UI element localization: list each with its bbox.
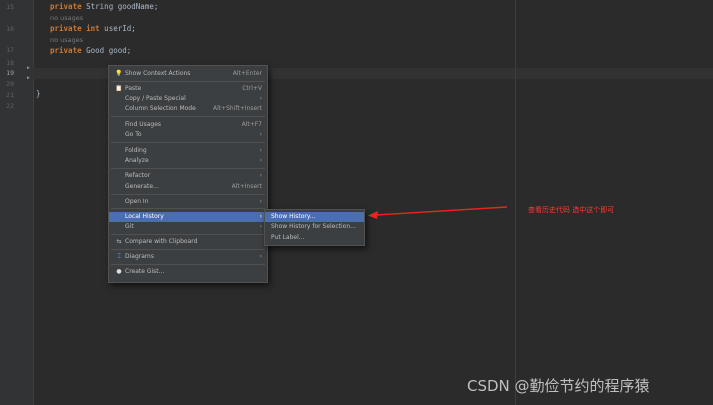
annotation-text: 查看历史代码 选中这个即可 xyxy=(528,206,615,214)
annotation-arrow-shaft xyxy=(375,206,508,216)
csdn-watermark: CSDN @勤俭节约的程序猿 xyxy=(467,377,650,395)
annotation-arrow xyxy=(368,206,508,219)
annotation-arrow-head xyxy=(368,211,378,219)
